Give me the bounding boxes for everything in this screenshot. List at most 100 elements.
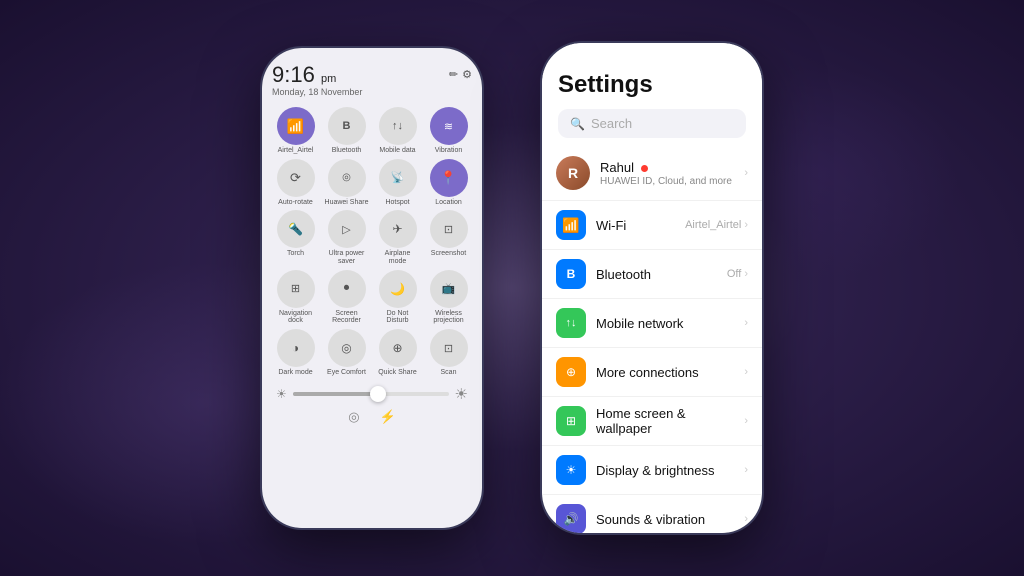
home-nav-icon[interactable]: ◎ (348, 409, 359, 425)
settings-item-more-connections[interactable]: ⊕ More connections › (542, 348, 762, 397)
toggle-hotspot[interactable]: 📡 Hotspot (374, 159, 421, 207)
date-display: Monday, 18 November (272, 87, 362, 97)
more-connections-label: More connections (596, 365, 734, 380)
mobile-network-right: › (744, 317, 748, 329)
home-screen-label: Home screen & wallpaper (596, 406, 734, 436)
brightness-low-icon: ☀ (276, 387, 287, 401)
mobile-data-label: Mobile data (379, 147, 415, 155)
bluetooth-btn[interactable]: B (328, 107, 366, 145)
eye-comfort-btn[interactable]: ◎ (328, 329, 366, 367)
toggle-auto-rotate[interactable]: ⟳ Auto-rotate (272, 159, 319, 207)
bluetooth-right: Off › (727, 268, 748, 280)
wifi-label: Airtel_Airtel (278, 147, 314, 155)
airplane-btn[interactable]: ✈ (379, 210, 417, 248)
brightness-thumb[interactable] (370, 386, 386, 402)
settings-item-home-screen[interactable]: ⊞ Home screen & wallpaper › (542, 397, 762, 446)
bluetooth-chevron-icon: › (744, 268, 748, 280)
dark-mode-label: Dark mode (278, 369, 312, 377)
torch-btn[interactable]: 🔦 (277, 210, 315, 248)
toggle-wifi[interactable]: 📶 Airtel_Airtel (272, 107, 319, 155)
toggle-location[interactable]: 📍 Location (425, 159, 472, 207)
toggle-quick-share[interactable]: ⊕ Quick Share (374, 329, 421, 377)
toggle-bluetooth[interactable]: B Bluetooth (323, 107, 370, 155)
flash-nav-icon[interactable]: ⚡ (380, 409, 396, 425)
ampm-value: pm (321, 73, 336, 85)
bluetooth-label: Bluetooth (332, 147, 362, 155)
display-content: Display & brightness (596, 463, 734, 478)
toggle-huawei-share[interactable]: ◎ Huawei Share (323, 159, 370, 207)
profile-name: Rahul (600, 160, 734, 175)
toggle-dark-mode[interactable]: ◑ Dark mode (272, 329, 319, 377)
settings-icon: ⚙ (462, 68, 472, 81)
ultra-power-btn[interactable]: ▷ (328, 210, 366, 248)
screen-rec-label: Screen Recorder (325, 310, 369, 325)
wireless-proj-btn[interactable]: 📺 (430, 270, 468, 308)
search-placeholder: Search (591, 116, 632, 131)
quick-share-label: Quick Share (378, 369, 417, 377)
mobile-data-btn[interactable]: ↑↓ (379, 107, 417, 145)
settings-item-bluetooth[interactable]: B Bluetooth Off › (542, 250, 762, 299)
search-bar[interactable]: 🔍 Search (558, 109, 746, 138)
location-btn[interactable]: 📍 (430, 159, 468, 197)
scan-btn[interactable]: ⊡ (430, 329, 468, 367)
airplane-label: Airplane mode (376, 250, 420, 265)
wifi-content: Wi-Fi (596, 218, 675, 233)
home-screen-chevron-icon: › (744, 415, 748, 427)
screenshot-btn[interactable]: ⊡ (430, 210, 468, 248)
mobile-network-settings-icon: ↑↓ (556, 308, 586, 338)
toggle-screenshot[interactable]: ⊡ Screenshot (425, 210, 472, 265)
brightness-slider[interactable] (293, 392, 449, 396)
ultra-power-label: Ultra power saver (325, 250, 369, 265)
settings-item-display[interactable]: ☀ Display & brightness › (542, 446, 762, 495)
nav-dock-label: Navigation dock (274, 310, 318, 325)
toggle-ultra-power[interactable]: ▷ Ultra power saver (323, 210, 370, 265)
vibration-label: Vibration (435, 147, 463, 155)
toggle-scan[interactable]: ⊡ Scan (425, 329, 472, 377)
scan-label: Scan (441, 369, 457, 377)
wireless-proj-label: Wireless projection (427, 310, 471, 325)
screen-rec-btn[interactable]: ⏺ (328, 270, 366, 308)
hotspot-label: Hotspot (385, 199, 409, 207)
quick-share-btn[interactable]: ⊕ (379, 329, 417, 367)
toggle-torch[interactable]: 🔦 Torch (272, 210, 319, 265)
mobile-network-label: Mobile network (596, 316, 734, 331)
wifi-label: Wi-Fi (596, 218, 675, 233)
huawei-share-btn[interactable]: ◎ (328, 159, 366, 197)
toggle-dnd[interactable]: 🌙 Do Not Disturb (374, 270, 421, 325)
toggle-nav-dock[interactable]: ⊞ Navigation dock (272, 270, 319, 325)
vibration-btn[interactable]: ≋ (430, 107, 468, 145)
nav-dock-btn[interactable]: ⊞ (277, 270, 315, 308)
toggle-mobile-data[interactable]: ↑↓ Mobile data (374, 107, 421, 155)
sounds-label: Sounds & vibration (596, 512, 734, 527)
sounds-content: Sounds & vibration (596, 512, 734, 527)
brightness-control[interactable]: ☀ ☀ (272, 385, 472, 403)
dark-mode-btn[interactable]: ◑ (277, 329, 315, 367)
toggle-wireless-proj[interactable]: 📺 Wireless projection (425, 270, 472, 325)
toggle-airplane[interactable]: ✈ Airplane mode (374, 210, 421, 265)
settings-header: Settings 🔍 Search (542, 43, 762, 146)
settings-item-profile[interactable]: R Rahul HUAWEI ID, Cloud, and more › (542, 146, 762, 201)
settings-item-mobile-network[interactable]: ↑↓ Mobile network › (542, 299, 762, 348)
sounds-settings-icon: 🔊 (556, 504, 586, 533)
more-connections-settings-icon: ⊕ (556, 357, 586, 387)
wifi-btn[interactable]: 📶 (277, 107, 315, 145)
time-value: 9:16 (272, 62, 315, 87)
display-label: Display & brightness (596, 463, 734, 478)
mobile-network-content: Mobile network (596, 316, 734, 331)
dnd-btn[interactable]: 🌙 (379, 270, 417, 308)
settings-item-sounds[interactable]: 🔊 Sounds & vibration › (542, 495, 762, 533)
eye-comfort-label: Eye Comfort (327, 369, 366, 377)
toggle-screen-rec[interactable]: ⏺ Screen Recorder (323, 270, 370, 325)
mobile-network-chevron-icon: › (744, 317, 748, 329)
profile-content: Rahul HUAWEI ID, Cloud, and more (600, 160, 734, 187)
auto-rotate-btn[interactable]: ⟳ (277, 159, 315, 197)
hotspot-btn[interactable]: 📡 (379, 159, 417, 197)
huawei-share-label: Huawei Share (325, 199, 369, 207)
settings-item-wifi[interactable]: 📶 Wi-Fi Airtel_Airtel › (542, 201, 762, 250)
toggle-eye-comfort[interactable]: ◎ Eye Comfort (323, 329, 370, 377)
toggle-vibration[interactable]: ≋ Vibration (425, 107, 472, 155)
bluetooth-label: Bluetooth (596, 267, 717, 282)
location-label: Location (435, 199, 461, 207)
notification-dot (641, 165, 648, 172)
bluetooth-settings-icon: B (556, 259, 586, 289)
